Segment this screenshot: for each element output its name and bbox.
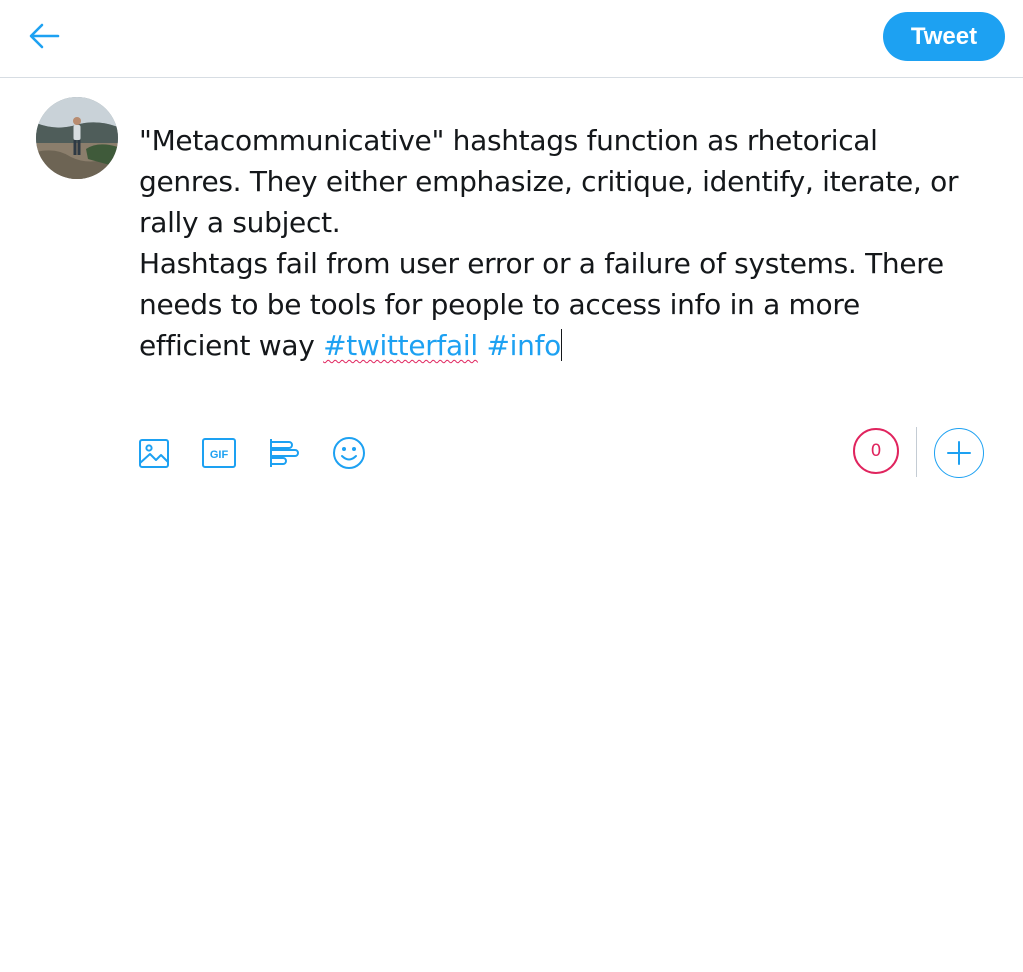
back-button[interactable] [22, 16, 66, 56]
hashtag-info: #info [486, 329, 561, 362]
gif-label: GIF [210, 449, 229, 461]
plus-icon [947, 441, 971, 465]
add-gif-button[interactable]: GIF [200, 434, 238, 472]
text-line-4: Hashtags fail from user error or a failu… [139, 247, 944, 280]
add-emoji-button[interactable] [330, 434, 368, 472]
arrow-left-icon [29, 23, 60, 49]
add-poll-button[interactable] [265, 434, 303, 472]
image-icon [139, 439, 169, 468]
text-line-1: "Metacommunicative" hashtags function as… [139, 124, 878, 157]
add-image-button[interactable] [135, 434, 173, 472]
text-line-5: needs to be tools for people to access i… [139, 288, 860, 321]
hashtag-twitterfail: #twitterfail [323, 329, 478, 362]
tweet-compose-textarea[interactable]: "Metacommunicative" hashtags function as… [139, 120, 979, 366]
text-line-2: genres. They either emphasize, critique,… [139, 165, 959, 198]
text-line-6-prefix: efficient way [139, 329, 324, 362]
user-avatar-icon [36, 97, 118, 179]
text-caret [560, 329, 562, 361]
avatar [36, 97, 118, 179]
toolbar-divider [916, 427, 917, 477]
tweet-button[interactable]: Tweet [883, 12, 1005, 61]
gif-icon: GIF [202, 438, 236, 468]
emoji-icon [333, 437, 365, 469]
top-bar: Tweet [0, 0, 1023, 78]
text-line-3: rally a subject. [139, 206, 341, 239]
character-counter: 0 [853, 428, 899, 474]
poll-icon [270, 439, 299, 467]
add-tweet-button[interactable] [934, 428, 984, 478]
